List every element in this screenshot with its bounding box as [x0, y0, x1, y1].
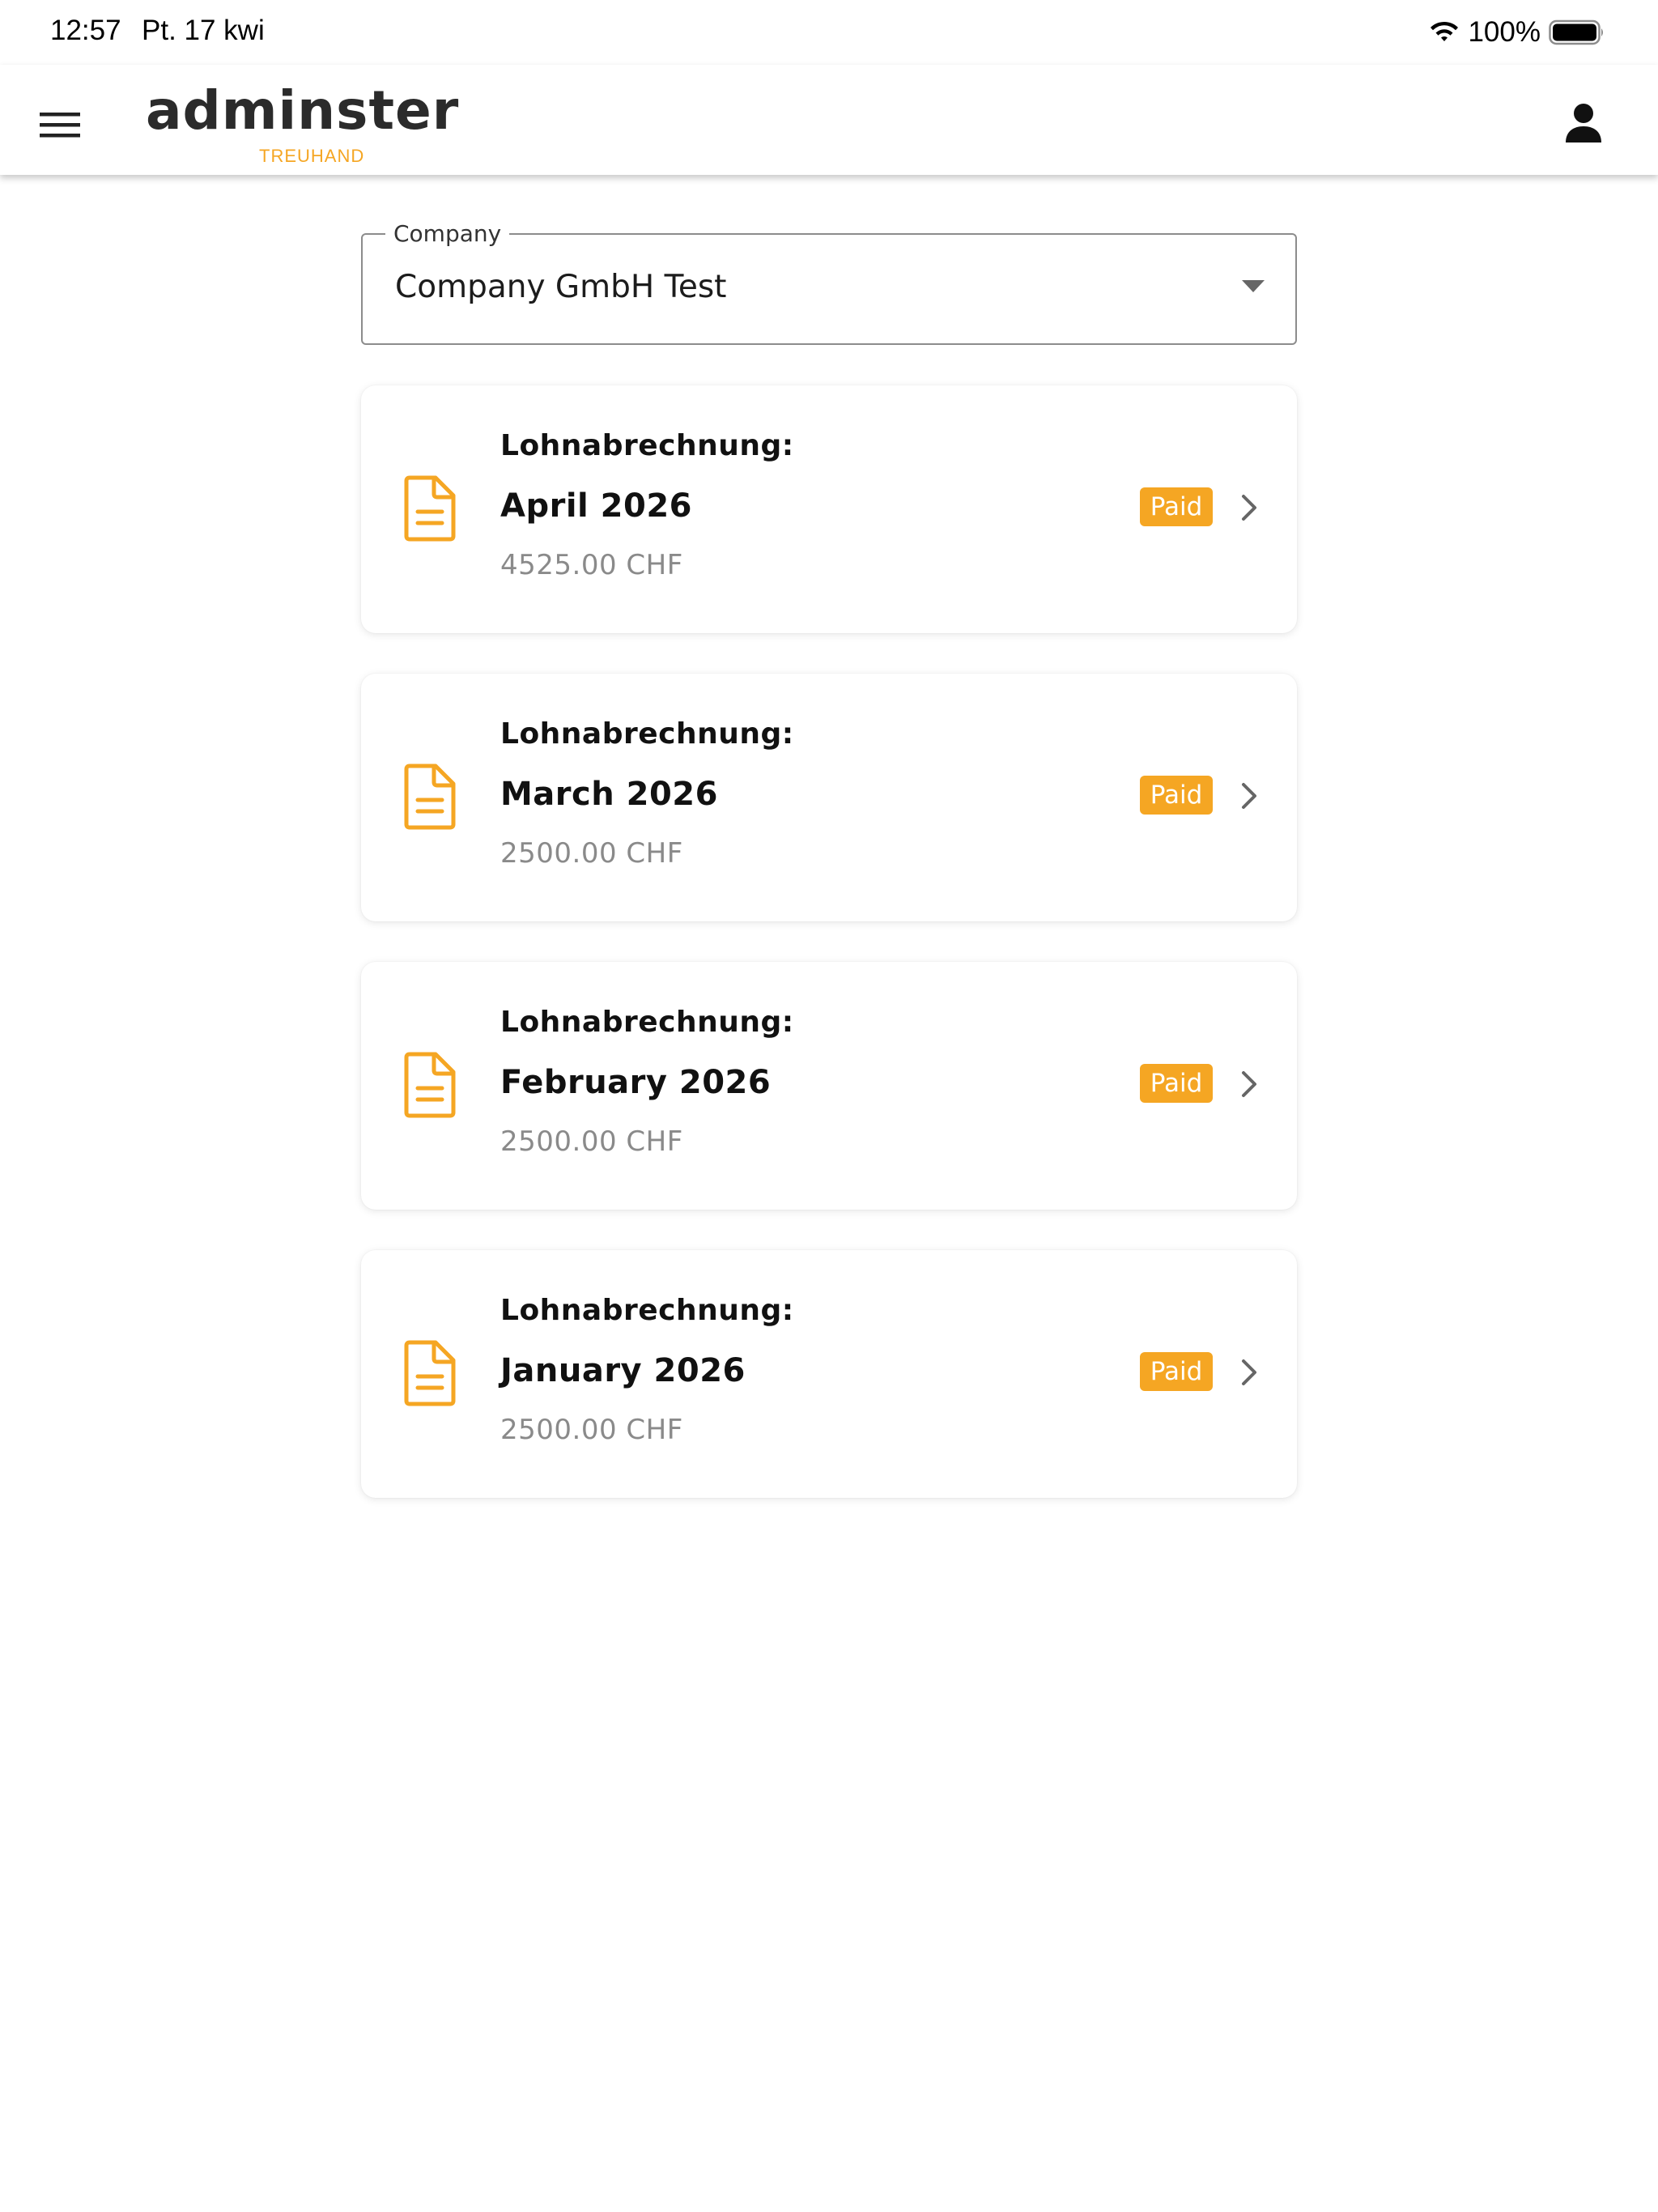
hamburger-menu-icon	[40, 113, 80, 138]
payslip-period: January 2026	[500, 1352, 746, 1389]
payslip-title: Lohnabrechnung:	[500, 1294, 794, 1327]
logo: adminster TREUHAND	[146, 79, 458, 166]
status-badge: Paid	[1140, 776, 1213, 815]
payslip-amount: 2500.00 CHF	[500, 1414, 683, 1446]
payslip-card[interactable]: Lohnabrechnung: April 2026 4525.00 CHF P…	[361, 385, 1297, 633]
app-bar: adminster TREUHAND	[0, 65, 1658, 175]
chevron-right-icon	[1242, 1071, 1256, 1097]
payslip-title: Lohnabrechnung:	[500, 717, 794, 751]
payslip-amount: 2500.00 CHF	[500, 1125, 683, 1158]
payslip-period: March 2026	[500, 776, 718, 813]
profile-button[interactable]	[1561, 100, 1606, 146]
document-icon	[404, 475, 456, 542]
document-icon	[404, 764, 456, 830]
payslip-period: April 2026	[500, 487, 692, 525]
main-content: Company Company GmbH Test Lohnabrechnung…	[361, 220, 1297, 1498]
company-select[interactable]: Company Company GmbH Test	[361, 220, 1297, 345]
document-icon	[404, 1052, 456, 1118]
person-icon	[1566, 104, 1601, 143]
payslip-card[interactable]: Lohnabrechnung: February 2026 2500.00 CH…	[361, 962, 1297, 1210]
status-date: Pt. 17 kwi	[142, 15, 265, 46]
status-badge: Paid	[1140, 487, 1213, 526]
status-badge: Paid	[1140, 1352, 1213, 1391]
chevron-right-icon	[1242, 783, 1256, 809]
status-bar: 12:57 Pt. 17 kwi 100%	[0, 0, 1658, 65]
battery-icon	[1549, 19, 1603, 45]
document-icon	[404, 1340, 456, 1406]
chevron-right-icon	[1242, 1359, 1256, 1385]
logo-wordmark: adminster	[146, 79, 460, 142]
status-badge: Paid	[1140, 1064, 1213, 1103]
payslip-card[interactable]: Lohnabrechnung: March 2026 2500.00 CHF P…	[361, 674, 1297, 921]
menu-button[interactable]	[36, 100, 84, 149]
payslip-amount: 4525.00 CHF	[500, 549, 683, 581]
payslip-card[interactable]: Lohnabrechnung: January 2026 2500.00 CHF…	[361, 1250, 1297, 1498]
caret-down-icon	[1242, 280, 1265, 292]
company-select-value: Company GmbH Test	[395, 269, 727, 305]
company-select-label: Company	[385, 220, 510, 247]
battery-percentage: 100%	[1468, 16, 1541, 48]
payslip-title: Lohnabrechnung:	[500, 429, 794, 462]
status-time: 12:57	[50, 15, 121, 46]
chevron-right-icon	[1242, 495, 1256, 521]
payslip-period: February 2026	[500, 1064, 772, 1101]
logo-subtitle: TREUHAND	[259, 146, 365, 166]
payslip-title: Lohnabrechnung:	[500, 1006, 794, 1039]
wifi-icon	[1431, 21, 1459, 41]
status-indicators: 100%	[1429, 15, 1605, 50]
payslip-amount: 2500.00 CHF	[500, 837, 683, 870]
